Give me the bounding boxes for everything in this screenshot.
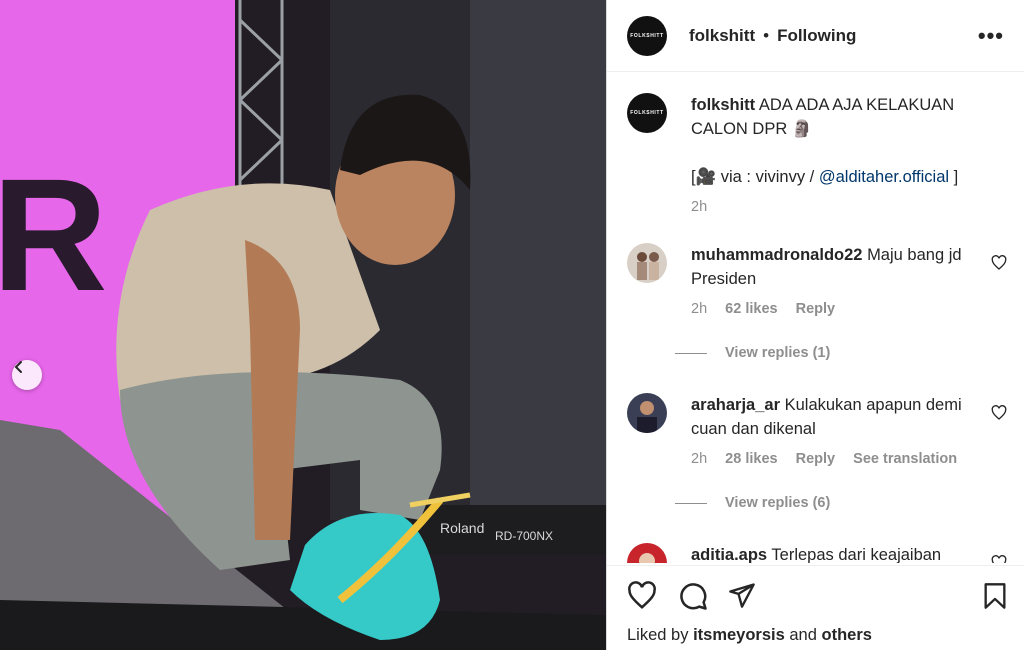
action-bar: Liked by itsmeyorsis and others (607, 565, 1024, 650)
reply-button[interactable]: Reply (796, 301, 836, 317)
avatar-image (627, 393, 667, 433)
commenter-avatar[interactable] (627, 393, 667, 433)
author-username[interactable]: folkshitt (689, 26, 755, 46)
caption-meta: 2h (691, 195, 981, 219)
video-camera-icon: 🎥 (695, 168, 717, 186)
comments-list[interactable]: FOLKSHITT folkshitt ADA ADA AJA KELAKUAN… (607, 73, 1024, 563)
credit-close-bracket: ] (953, 168, 959, 186)
view-replies-button[interactable]: View replies (1) (675, 345, 830, 361)
keyboard-brand: Roland (440, 520, 484, 536)
heart-icon[interactable] (991, 405, 1007, 421)
see-translation-button[interactable]: See translation (853, 451, 957, 467)
credit-text: via : vivinvy / (720, 168, 815, 186)
comment-likes[interactable]: 62 likes (725, 301, 777, 317)
video-frame: R Roland RD-700NX (0, 0, 606, 650)
liked-by: Liked by itsmeyorsis and others (627, 626, 872, 645)
comment-username[interactable]: araharja_ar (691, 396, 780, 414)
post-panel: FOLKSHITT folkshitt • Following ••• FOLK… (606, 0, 1024, 650)
avatar-text: FOLKSHITT (630, 32, 664, 39)
view-replies-label: View replies (1) (725, 345, 831, 361)
liked-by-others[interactable]: others (822, 626, 872, 644)
replies-divider (675, 352, 707, 354)
heart-icon[interactable] (627, 581, 657, 611)
avatar-text: FOLKSHITT (630, 110, 664, 116)
separator-dot: • (763, 25, 770, 45)
liked-by-prefix: Liked by (627, 626, 689, 644)
view-replies-label: View replies (6) (725, 495, 831, 511)
comment-likes[interactable]: 28 likes (725, 451, 777, 467)
comment-time[interactable]: 2h (691, 301, 707, 317)
reply-button[interactable]: Reply (796, 451, 836, 467)
comment-username[interactable]: aditia.aps (691, 546, 767, 563)
comment-time[interactable]: 2h (691, 451, 707, 467)
view-replies-button[interactable]: View replies (6) (675, 495, 830, 511)
commenter-avatar[interactable] (627, 243, 667, 283)
author-avatar[interactable]: FOLKSHITT (627, 15, 667, 56)
more-options-button[interactable]: ••• (978, 23, 1004, 49)
liked-by-and: and (789, 626, 817, 644)
bookmark-icon[interactable] (981, 581, 1009, 611)
send-icon[interactable] (728, 581, 756, 609)
backdrop-letter: R (0, 145, 108, 324)
mention-link[interactable]: @alditaher.official (819, 168, 949, 186)
comment-meta: 2h 28 likes Reply See translation (691, 447, 981, 471)
caption-credit: [🎥 via : vivinvy / @alditaher.official ] (691, 165, 981, 189)
comment-username[interactable]: muhammadronaldo22 (691, 246, 862, 264)
chevron-left-icon (14, 361, 22, 373)
keyboard-model: RD-700NX (495, 529, 553, 543)
comment-icon[interactable] (678, 581, 708, 611)
heart-icon[interactable] (991, 255, 1007, 271)
following-button[interactable]: Following (777, 26, 856, 46)
post-header: FOLKSHITT folkshitt • Following ••• (607, 0, 1024, 72)
replies-divider (675, 502, 707, 504)
caption-avatar[interactable]: FOLKSHITT (627, 93, 667, 133)
caption-username[interactable]: folkshitt (691, 96, 755, 114)
heart-icon[interactable] (991, 555, 1007, 563)
caption-time[interactable]: 2h (691, 199, 707, 215)
comment-meta: 2h 62 likes Reply (691, 297, 981, 321)
more-icon: ••• (977, 22, 1004, 48)
comment-text: Terlepas dari keajaiban (771, 546, 942, 563)
avatar-image (627, 243, 667, 283)
commenter-avatar[interactable] (627, 543, 667, 563)
liked-by-user[interactable]: itsmeyorsis (693, 626, 785, 644)
avatar-image (627, 543, 667, 563)
post-media[interactable]: R Roland RD-700NX (0, 0, 606, 650)
previous-button[interactable] (12, 360, 42, 390)
